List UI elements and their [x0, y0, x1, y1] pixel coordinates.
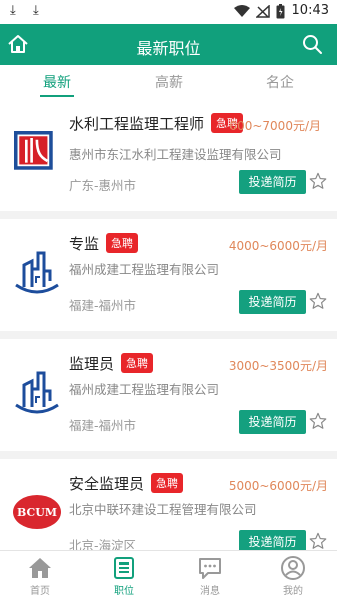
job-title: 专监 — [69, 235, 100, 253]
job-list-icon — [114, 557, 134, 579]
job-title-row: 专监 急聘 — [69, 233, 139, 254]
company-name: 惠州市东江水利工程建设监理有限公司 — [69, 147, 282, 162]
tab-famous-companies[interactable]: 名企 — [240, 72, 320, 92]
company-name: 福州成建工程监理有限公司 — [69, 262, 220, 277]
clock: 10:43 — [291, 3, 329, 18]
company-logo — [14, 131, 53, 170]
star-icon[interactable] — [309, 412, 327, 430]
company-logo: BCUM — [13, 495, 61, 529]
profile-icon — [281, 556, 305, 580]
job-title-row: 安全监理员 急聘 — [69, 473, 184, 494]
nav-label: 我的 — [283, 586, 303, 597]
job-card[interactable]: 水利工程监理工程师 急聘 000~7000元/月 惠州市东江水利工程建设监理有限公… — [0, 99, 337, 211]
job-list: 水利工程监理工程师 急聘 000~7000元/月 惠州市东江水利工程建设监理有限公… — [0, 99, 337, 579]
nav-jobs[interactable]: 职位 — [94, 555, 154, 597]
logo-text: BCUM — [17, 506, 57, 519]
apply-button[interactable]: 投递简历 — [239, 290, 306, 314]
battery-icon — [276, 4, 285, 19]
company-logo — [15, 371, 59, 414]
nav-label: 首页 — [30, 586, 50, 597]
job-title: 水利工程监理工程师 — [69, 115, 205, 133]
wifi-icon — [234, 5, 250, 17]
system-icons — [234, 4, 285, 19]
status-bar: ⤓ ⤓ 10:43 — [0, 0, 337, 24]
company-name: 福州成建工程监理有限公司 — [69, 382, 220, 397]
category-tabs: 最新 高薪 名企 — [0, 65, 337, 99]
company-name: 北京中联环建设工程管理有限公司 — [69, 502, 257, 517]
job-salary: 000~7000元/月 — [229, 119, 321, 133]
app-bar: 最新职位 — [0, 24, 337, 65]
nav-home[interactable]: 首页 — [10, 555, 70, 597]
star-icon[interactable] — [309, 172, 327, 190]
job-location: 福建-福州市 — [69, 418, 137, 433]
job-title: 监理员 — [69, 355, 115, 373]
job-salary: 3000~3500元/月 — [228, 359, 328, 373]
job-title-row: 水利工程监理工程师 急聘 — [69, 113, 244, 134]
bottom-navigation: 首页 职位 消息 我的 — [0, 550, 337, 600]
urgent-badge: 急聘 — [121, 353, 154, 373]
job-title-row: 监理员 急聘 — [69, 353, 154, 374]
job-salary: 4000~6000元/月 — [228, 239, 328, 253]
no-signal-icon — [256, 5, 270, 18]
job-salary: 5000~6000元/月 — [228, 479, 328, 493]
apply-button[interactable]: 投递简历 — [239, 410, 306, 434]
nav-messages[interactable]: 消息 — [180, 555, 240, 597]
nav-label: 职位 — [114, 586, 134, 597]
job-title: 安全监理员 — [69, 475, 145, 493]
tab-high-salary[interactable]: 高薪 — [129, 72, 209, 92]
search-icon[interactable] — [301, 33, 323, 55]
download-icon: ⤓ — [33, 3, 39, 18]
page-title: 最新职位 — [136, 39, 201, 58]
tab-latest[interactable]: 最新 — [17, 72, 97, 92]
nav-profile[interactable]: 我的 — [263, 555, 323, 597]
job-location: 广东-惠州市 — [69, 178, 137, 193]
home-icon — [29, 558, 51, 578]
star-icon[interactable] — [309, 292, 327, 310]
apply-button[interactable]: 投递简历 — [239, 170, 306, 194]
job-location: 福建-福州市 — [69, 298, 137, 313]
urgent-badge: 急聘 — [151, 473, 184, 493]
job-card[interactable]: 监理员 急聘 3000~3500元/月 福州成建工程监理有限公司 福建-福州市 投… — [0, 339, 337, 451]
urgent-badge: 急聘 — [106, 233, 139, 253]
active-tab-indicator — [40, 95, 74, 97]
star-icon[interactable] — [309, 532, 327, 550]
nav-label: 消息 — [200, 586, 220, 597]
download-icon: ⤓ — [10, 3, 16, 18]
message-icon — [199, 558, 221, 579]
company-logo — [15, 251, 59, 294]
job-card[interactable]: 专监 急聘 4000~6000元/月 福州成建工程监理有限公司 福建-福州市 投递… — [0, 219, 337, 331]
